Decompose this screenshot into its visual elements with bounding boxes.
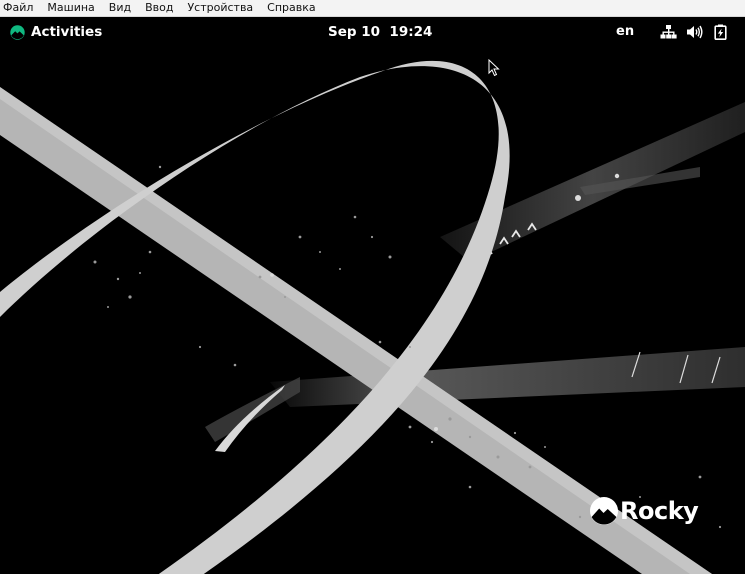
mouse-pointer-icon	[488, 58, 500, 77]
menu-devices[interactable]: Устройства	[180, 0, 260, 17]
menu-help[interactable]: Справка	[260, 0, 322, 17]
gnome-top-bar: Activities Sep 10 19:24 en	[0, 17, 745, 47]
vm-menubar: Файл Машина Вид Ввод Устройства Справка	[0, 0, 745, 17]
clock[interactable]: Sep 10 19:24	[328, 17, 432, 47]
input-language-indicator[interactable]: en	[616, 17, 634, 47]
activities-label: Activities	[31, 24, 103, 40]
brand-text: Rocky	[620, 497, 699, 525]
menu-file[interactable]: Файл	[0, 0, 40, 17]
system-status-area[interactable]	[660, 24, 729, 41]
rocky-logo-icon	[10, 24, 25, 40]
activities-button[interactable]: Activities	[10, 17, 102, 47]
rocky-brand-logo: Rocky	[589, 495, 699, 527]
rocky-mountain-icon	[590, 497, 618, 525]
network-icon	[660, 24, 677, 40]
menu-input[interactable]: Ввод	[138, 0, 180, 17]
menu-machine[interactable]: Машина	[40, 0, 101, 17]
volume-icon	[686, 24, 703, 40]
menu-view[interactable]: Вид	[102, 0, 138, 17]
battery-icon	[712, 24, 729, 41]
